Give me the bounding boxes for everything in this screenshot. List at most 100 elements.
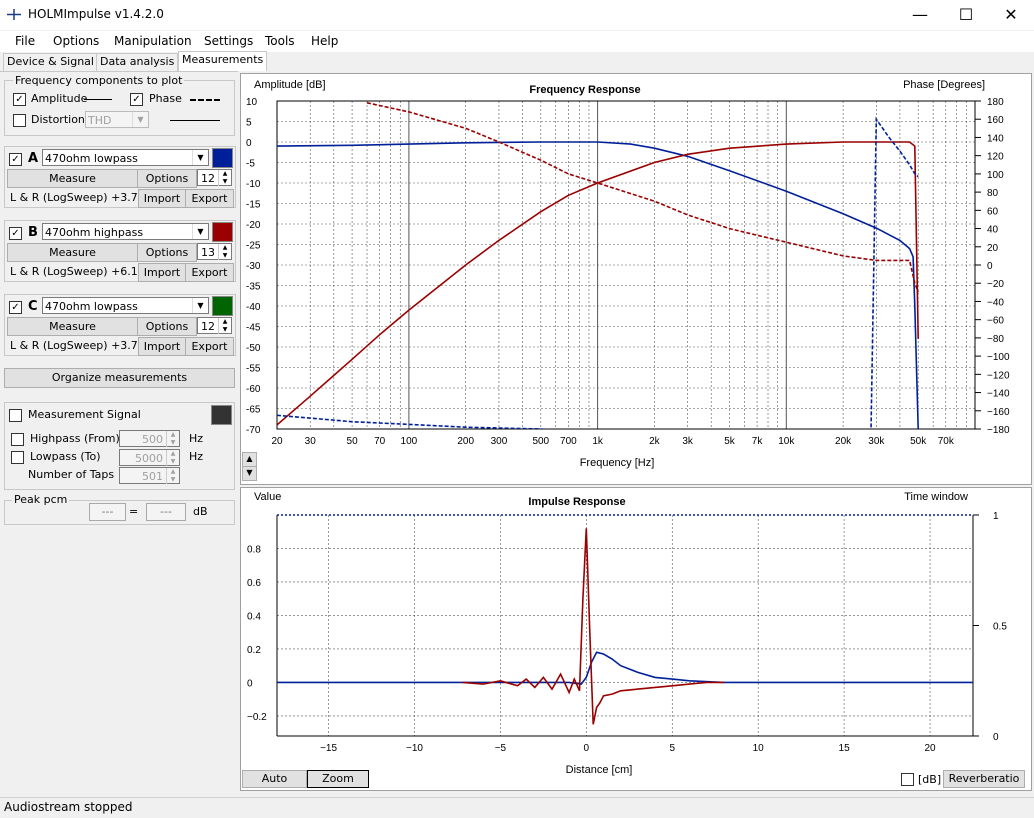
measurement-b-checkbox[interactable]: ✓ [9, 227, 22, 240]
y2-tick-label: 120 [987, 152, 1004, 163]
y2-tick-label: −20 [987, 279, 1004, 290]
measurement-b-description: L & R (LogSweep) +6.1dB [10, 265, 153, 278]
measurement-c-options-button[interactable]: Options [137, 317, 197, 336]
stepper-up-icon[interactable]: ▲ [166, 431, 179, 439]
y-tick-label: -40 [246, 302, 261, 313]
impulse-response-panel[interactable]: Value Impulse Response Time window Dista… [240, 487, 1032, 791]
maximize-button[interactable]: ☐ [943, 0, 989, 30]
scroll-down-button[interactable]: ▼ [242, 466, 257, 481]
organize-measurements-button[interactable]: Organize measurements [4, 368, 235, 388]
measurement-b-export-button[interactable]: Export [185, 263, 234, 282]
db-checkbox[interactable] [901, 773, 914, 786]
x-tick-label: 1k [592, 436, 604, 447]
menu-options[interactable]: Options [53, 34, 99, 48]
frequency-response-chart[interactable]: Amplitude [dB] Frequency Response Phase … [241, 74, 1031, 484]
highpass-checkbox[interactable] [11, 433, 24, 446]
measurement-c-checkbox[interactable]: ✓ [9, 301, 22, 314]
phase-checkbox[interactable]: ✓ [130, 93, 143, 106]
measurement-a-color-swatch[interactable] [212, 148, 233, 168]
measurement-c-taps-stepper[interactable]: 12 ▲ ▼ [197, 317, 232, 334]
scroll-up-button[interactable]: ▲ [242, 452, 257, 467]
measurement-signal-checkbox[interactable] [9, 409, 22, 422]
y-tick-label: -70 [246, 425, 261, 436]
stepper-down-icon[interactable]: ▼ [218, 178, 231, 186]
reverberation-button[interactable]: Reverberatio [943, 770, 1025, 788]
y-tick-label: -10 [246, 179, 261, 190]
y-tick-label: -30 [246, 261, 261, 272]
stepper-down-icon[interactable]: ▼ [218, 252, 231, 260]
stepper-up-icon[interactable]: ▲ [166, 468, 179, 476]
tab-device-signal[interactable]: Device & Signal [3, 53, 98, 71]
measurement-a-measure-button[interactable]: Measure [7, 169, 138, 188]
measurement-a-checkbox[interactable]: ✓ [9, 153, 22, 166]
menu-manipulation[interactable]: Manipulation [114, 34, 192, 48]
lowpass-checkbox[interactable] [11, 451, 24, 464]
value-axis-label: Value [254, 491, 281, 503]
x-tick-label: 70 [374, 436, 386, 447]
y2-tick-label: 100 [987, 170, 1004, 181]
measurement-c-import-button[interactable]: Import [138, 337, 186, 356]
y2-tick-label: −160 [987, 407, 1010, 418]
measurement-b-measure-button[interactable]: Measure [7, 243, 138, 262]
distortion-type-select[interactable]: THD ▼ [85, 111, 149, 128]
measurement-a-import-button[interactable]: Import [138, 189, 186, 208]
y2-tick-label: 0.5 [993, 622, 1007, 633]
menu-file[interactable]: File [15, 34, 35, 48]
peak-unit: dB [193, 505, 208, 518]
close-button[interactable]: ✕ [988, 0, 1034, 30]
measurement-c-export-button[interactable]: Export [185, 337, 234, 356]
measurement-a-taps-stepper[interactable]: 12 ▲ ▼ [197, 169, 232, 186]
taps-stepper[interactable]: 501 ▲ ▼ [119, 467, 180, 484]
measurement-signal-color-swatch[interactable] [211, 405, 232, 425]
y2-tick-label: 20 [987, 243, 999, 254]
y-tick-label: 0.6 [247, 578, 261, 589]
stepper-down-icon[interactable]: ▼ [166, 458, 179, 466]
amplitude-checkbox[interactable]: ✓ [13, 93, 26, 106]
measurement-a-description: L & R (LogSweep) +3.7dB [10, 191, 153, 204]
x-tick-label: 20 [924, 743, 936, 754]
highpass-stepper[interactable]: 500 ▲ ▼ [119, 430, 180, 447]
distortion-label: Distortion [31, 113, 85, 126]
measurement-c-color-swatch[interactable] [212, 296, 233, 316]
menu-help[interactable]: Help [311, 34, 338, 48]
amplitude-axis-label: Amplitude [dB] [254, 79, 326, 91]
zoom-button[interactable]: Zoom [307, 770, 369, 788]
frequency-response-panel[interactable]: Amplitude [dB] Frequency Response Phase … [240, 73, 1032, 485]
series-line-3 [366, 102, 919, 293]
measurement-c-letter: C [28, 299, 38, 314]
stepper-down-icon[interactable]: ▼ [218, 326, 231, 334]
highpass-label: Highpass (From) [30, 432, 120, 445]
tab-data-analysis[interactable]: Data analysis [96, 53, 179, 71]
measurement-a-options-button[interactable]: Options [137, 169, 197, 188]
stepper-down-icon[interactable]: ▼ [166, 476, 179, 484]
minimize-button[interactable]: — [897, 0, 943, 30]
measurement-b-color-swatch[interactable] [212, 222, 233, 242]
stepper-up-icon[interactable]: ▲ [218, 170, 231, 178]
measurement-b-import-button[interactable]: Import [138, 263, 186, 282]
impulse-response-chart[interactable]: Value Impulse Response Time window Dista… [241, 488, 1031, 790]
measurement-a-export-button[interactable]: Export [185, 189, 234, 208]
distortion-checkbox[interactable] [13, 114, 26, 127]
status-bar: Audiostream stopped [0, 797, 1034, 818]
measurement-a-select[interactable]: 470ohm lowpass ▼ [42, 149, 209, 166]
auto-button[interactable]: Auto [242, 770, 307, 788]
stepper-up-icon[interactable]: ▲ [218, 318, 231, 326]
measurement-b-select[interactable]: 470ohm highpass ▼ [42, 223, 209, 240]
y2-tick-label: 40 [987, 225, 999, 236]
measurement-c-select[interactable]: 470ohm lowpass ▼ [42, 297, 209, 314]
left-panel: Frequency components to plot ✓ Amplitude… [0, 72, 238, 797]
lowpass-stepper[interactable]: 5000 ▲ ▼ [119, 449, 180, 466]
menu-settings[interactable]: Settings [204, 34, 253, 48]
measurement-c-measure-button[interactable]: Measure [7, 317, 138, 336]
measurement-b-options-button[interactable]: Options [137, 243, 197, 262]
stepper-down-icon[interactable]: ▼ [166, 439, 179, 447]
peak-pcm-title: Peak pcm [12, 493, 70, 506]
measurement-b-taps-stepper[interactable]: 13 ▲ ▼ [197, 243, 232, 260]
tab-measurements[interactable]: Measurements [178, 51, 268, 71]
menu-tools[interactable]: Tools [265, 34, 295, 48]
y-tick-label: −0.2 [247, 712, 267, 723]
stepper-up-icon[interactable]: ▲ [166, 450, 179, 458]
x-tick-label: 30 [305, 436, 317, 447]
stepper-up-icon[interactable]: ▲ [218, 244, 231, 252]
y2-tick-label: −60 [987, 316, 1004, 327]
